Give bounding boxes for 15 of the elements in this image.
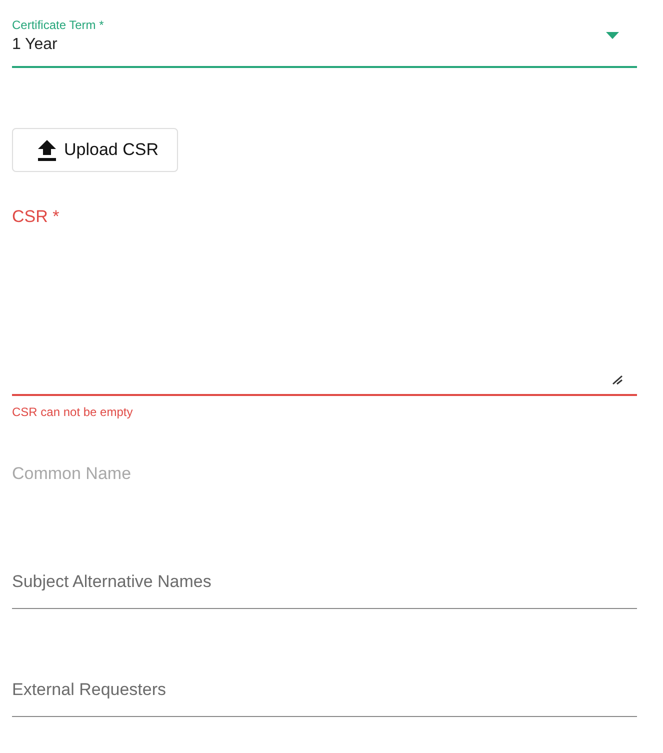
field-label: Common Name [12,463,132,485]
certificate-term-select[interactable]: Certificate Term * 1 Year [12,17,637,68]
error-message: CSR can not be empty [12,404,134,420]
field-label: Certificate Term * [12,17,105,33]
text-field[interactable]: Subject Alternative Names [12,545,637,609]
field-label: External Requesters [12,679,168,701]
resize-handle-icon[interactable] [612,375,623,385]
select-value: 1 Year [12,35,58,55]
csr-textarea[interactable]: CSR * [12,206,637,396]
text-field[interactable]: External Requesters [12,653,637,717]
caret-down-icon[interactable] [606,32,619,39]
upload-icon [38,140,56,160]
field-label: CSR * [12,206,60,228]
field-label: Subject Alternative Names [12,571,212,593]
upload-csr-button[interactable]: Upload CSR [12,128,178,172]
